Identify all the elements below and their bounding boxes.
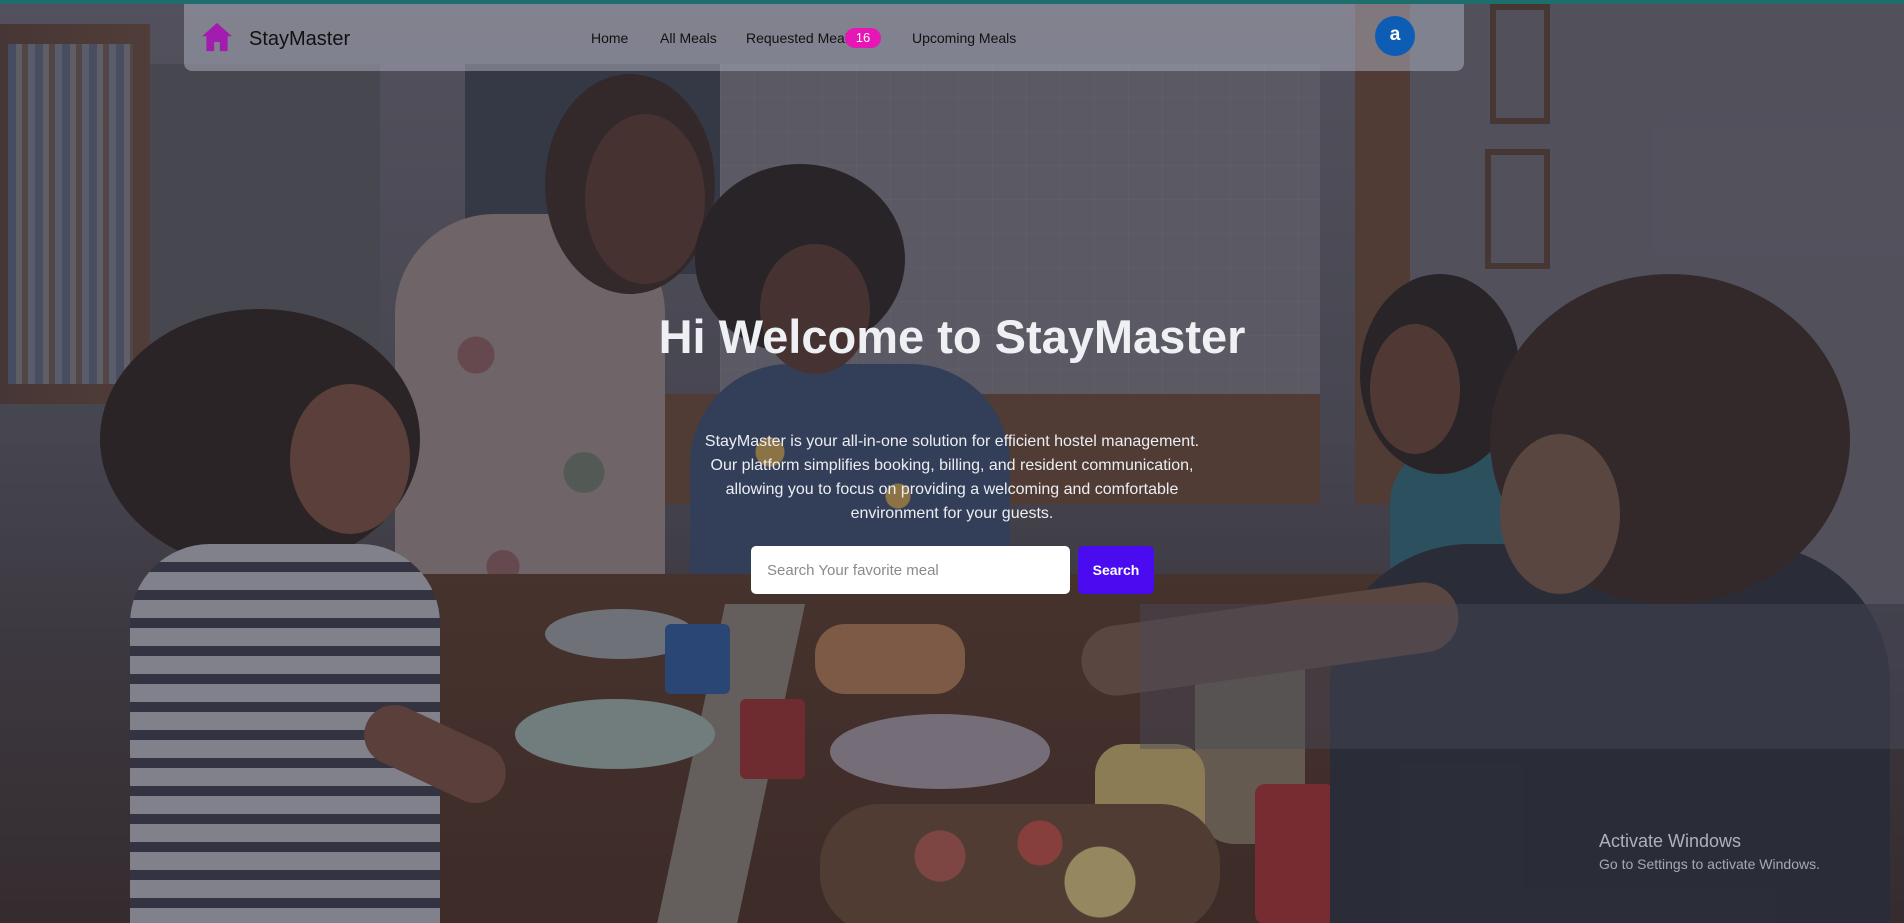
home-icon[interactable]: [200, 20, 234, 54]
navbar: StayMaster Home All Meals Requested Meal…: [184, 4, 1464, 71]
nav-link-all-meals[interactable]: All Meals: [660, 30, 717, 46]
nav-link-requested-meal[interactable]: Requested Meal: [746, 30, 848, 46]
windows-activation-title: Activate Windows: [1599, 831, 1742, 851]
hero-description: StayMaster is your all-in-one solution f…: [704, 433, 1200, 522]
search-button[interactable]: Search: [1078, 546, 1154, 594]
windows-activation-subtitle: Go to Settings to activate Windows.: [1599, 856, 1820, 872]
requested-meal-count-badge: 16: [845, 28, 881, 48]
hero-title: Hi Welcome to StayMaster: [658, 310, 1246, 363]
user-avatar[interactable]: a: [1375, 16, 1415, 56]
brand-name[interactable]: StayMaster: [249, 28, 350, 51]
meal-search-input[interactable]: [751, 546, 1070, 594]
nav-link-home[interactable]: Home: [591, 30, 628, 46]
nav-link-upcoming-meals[interactable]: Upcoming Meals: [912, 30, 1016, 46]
